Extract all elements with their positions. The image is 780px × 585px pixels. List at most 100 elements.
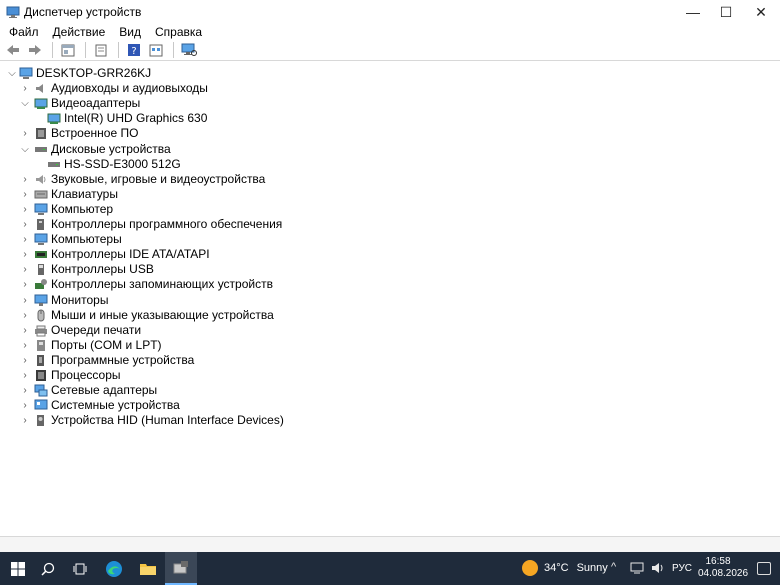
window-title: Диспетчер устройств [24, 5, 142, 19]
tree-item[interactable]: › Аудиовходы и аудиовыходы [20, 81, 208, 96]
tree-item-label: Контроллеры IDE ATA/ATAPI [51, 247, 210, 262]
tree-item[interactable]: › Системные устройства [20, 398, 180, 413]
weather-widget[interactable]: 34°C Sunny [522, 560, 608, 576]
tree-item[interactable]: › Контроллеры запоминающих устройств [20, 277, 273, 292]
tree-item-label: Компьютеры [51, 232, 122, 247]
windows-start-icon [11, 561, 25, 576]
menu-file[interactable]: Файл [4, 25, 44, 39]
driver-button[interactable] [91, 41, 111, 59]
audio-icon [36, 84, 43, 94]
notification-icon[interactable] [757, 562, 771, 575]
help-button[interactable]: ? [124, 41, 144, 59]
chevron-right-icon[interactable]: › [20, 353, 30, 368]
properties-icon [61, 44, 75, 56]
chevron-right-icon[interactable]: › [20, 398, 30, 413]
scan-hardware-button[interactable] [179, 41, 199, 59]
device-manager-icon [6, 6, 20, 18]
tree-item[interactable]: › Контроллеры USB [20, 262, 154, 277]
chevron-right-icon[interactable]: › [20, 217, 30, 232]
tree-item[interactable]: › Программные устройства [20, 353, 194, 368]
chevron-right-icon[interactable]: › [20, 172, 30, 187]
chevron-right-icon[interactable]: › [20, 81, 30, 96]
tree-root[interactable]: ⌵ DESKTOP-GRR26KJ [7, 66, 151, 81]
device-manager-icon [173, 560, 188, 573]
tree-item[interactable]: › Встроенное ПО [20, 126, 138, 141]
chevron-right-icon[interactable]: › [20, 323, 30, 338]
chevron-down-icon[interactable]: ⌵ [20, 142, 30, 157]
tree-item[interactable]: › Процессоры [20, 368, 121, 383]
tree-item[interactable]: › Сетевые адаптеры [20, 383, 157, 398]
tree-item-label: Клавиатуры [51, 186, 118, 201]
chevron-right-icon[interactable]: › [20, 413, 30, 428]
chevron-up-icon[interactable]: ^ [611, 561, 616, 573]
tree-item[interactable]: › Звуковые, игровые и видеоустройства [20, 172, 265, 187]
disk-icon [35, 146, 47, 152]
chevron-down-icon[interactable]: ⌵ [7, 66, 17, 81]
chevron-right-icon[interactable]: › [20, 126, 30, 141]
menu-view[interactable]: Вид [114, 25, 146, 39]
tree-item-label: Видеоадаптеры [51, 96, 141, 111]
search-button[interactable] [32, 552, 64, 585]
chevron-right-icon[interactable]: › [20, 383, 30, 398]
usb-icon [38, 264, 44, 276]
tree-item-label: Звуковые, игровые и видеоустройства [51, 171, 266, 186]
tree-item[interactable]: › Контроллеры IDE ATA/ATAPI [20, 247, 210, 262]
tree-item-label: Контроллеры USB [51, 262, 154, 277]
chevron-right-icon[interactable]: › [20, 247, 30, 262]
tree-item[interactable]: HS-SSD-E3000 512G [35, 157, 181, 172]
help-icon: ? [128, 44, 140, 57]
tree-item-label: Системные устройства [51, 398, 180, 413]
chevron-right-icon[interactable]: › [20, 277, 30, 292]
taskbar: 34°C Sunny ^ РУС 16:58 04.08.2026 [0, 552, 780, 585]
clock[interactable]: 16:58 04.08.2026 [698, 556, 748, 580]
chevron-right-icon[interactable]: › [20, 368, 30, 383]
edge-icon [106, 560, 122, 577]
network-icon[interactable] [630, 562, 644, 574]
menu-action[interactable]: Действие [48, 25, 111, 39]
tree-item[interactable]: › Мыши и иные указывающие устройства [20, 308, 273, 323]
tree-item-label: Аудиовходы и аудиовыходы [51, 81, 208, 96]
toolbar-separator [52, 42, 53, 58]
start-button[interactable] [2, 552, 34, 585]
display-adapter-icon [47, 113, 61, 125]
tree-item[interactable]: Intel(R) UHD Graphics 630 [35, 111, 207, 126]
close-button[interactable]: ✕ [738, 0, 780, 24]
tree-item[interactable]: › Компьютер [20, 202, 113, 217]
chevron-right-icon[interactable]: › [20, 308, 30, 323]
tree-item[interactable]: › Очереди печати [20, 323, 141, 338]
chevron-right-icon[interactable]: › [20, 293, 30, 308]
tree-item[interactable]: › Устройства HID (Human Interface Devices… [20, 413, 284, 428]
chevron-right-icon[interactable]: › [20, 232, 30, 247]
device-manager-taskbar-button[interactable] [165, 552, 197, 585]
details-button[interactable] [146, 41, 166, 59]
back-arrow-icon [7, 45, 19, 55]
device-manager-window: Диспетчер устройств — ☐ ✕ Файл Действие … [0, 0, 780, 552]
edge-browser-button[interactable] [98, 552, 130, 585]
sound-icon [36, 174, 46, 184]
chevron-right-icon[interactable]: › [20, 187, 30, 202]
chevron-down-icon[interactable]: ⌵ [20, 96, 30, 111]
back-button[interactable] [3, 41, 23, 59]
chevron-right-icon[interactable]: › [20, 338, 30, 353]
chevron-right-icon[interactable]: › [20, 202, 30, 217]
tree-item[interactable]: › Порты (COM и LPT) [20, 338, 161, 353]
tree-item[interactable]: › Компьютеры [20, 232, 122, 247]
tree-item[interactable]: ⌵ Дисковые устройства [20, 142, 171, 157]
tree-item-label: Контроллеры запоминающих устройств [51, 277, 273, 292]
tree-item-label: Процессоры [51, 368, 121, 382]
volume-icon[interactable] [651, 562, 665, 574]
properties-button[interactable] [58, 41, 78, 59]
menu-help[interactable]: Справка [150, 25, 207, 39]
language-indicator[interactable]: РУС [672, 563, 692, 574]
sun-icon [522, 560, 538, 576]
tree-item[interactable]: › Мониторы [20, 293, 108, 308]
tree-item-label: Контроллеры программного обеспечения [51, 217, 283, 231]
tree-item[interactable]: › Клавиатуры [20, 187, 118, 202]
file-explorer-button[interactable] [132, 552, 164, 585]
tree-item[interactable]: › Контроллеры программного обеспечения [20, 217, 282, 232]
task-view-button[interactable] [64, 552, 96, 585]
tree-item[interactable]: ⌵ Видеоадаптеры [20, 96, 140, 111]
forward-button[interactable] [25, 41, 45, 59]
title-bar[interactable]: Диспетчер устройств — ☐ ✕ [0, 0, 780, 24]
chevron-right-icon[interactable]: › [20, 262, 30, 277]
